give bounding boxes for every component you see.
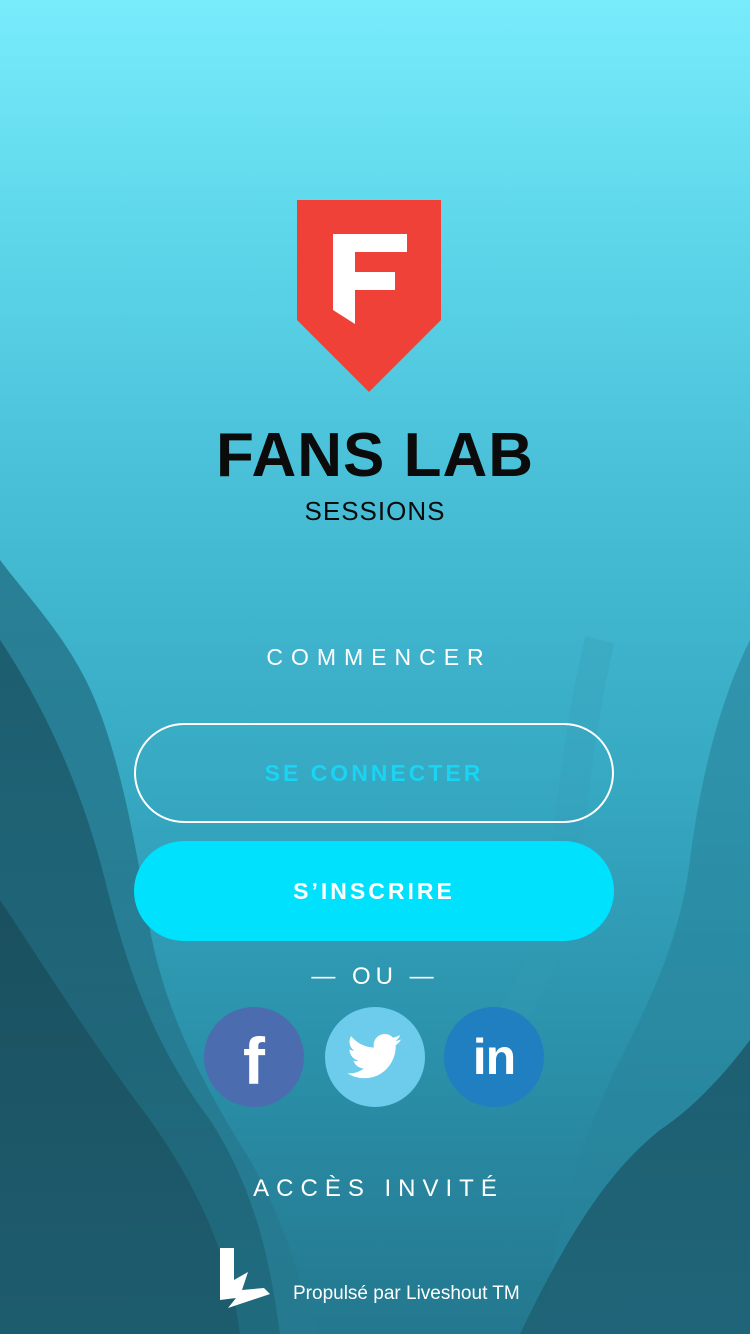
liveshout-logo-icon (220, 1248, 270, 1308)
brand-title: FANS LAB (216, 421, 534, 490)
twitter-login-button[interactable] (325, 1007, 425, 1107)
linkedin-icon: in (472, 1029, 516, 1085)
signup-button-label: S’INSCRIRE (293, 877, 455, 904)
linkedin-login-button[interactable]: in (444, 1007, 544, 1107)
start-heading: COMMENCER (266, 644, 492, 670)
login-screen: FANS LAB SESSIONS COMMENCER SE CONNECTER… (0, 0, 750, 1334)
logo-badge-shape (297, 200, 441, 392)
fans-lab-logo (297, 200, 441, 392)
signup-button[interactable]: S’INSCRIRE (134, 841, 614, 941)
login-button-label: SE CONNECTER (264, 759, 484, 786)
or-divider: — OU — (311, 963, 439, 990)
guest-access-link[interactable]: ACCÈS INVITÉ (0, 1175, 750, 1203)
facebook-login-button[interactable]: f (204, 1007, 304, 1107)
brand-subtitle: SESSIONS (304, 496, 446, 526)
twitter-bird-icon (347, 1034, 402, 1079)
login-button[interactable]: SE CONNECTER (134, 723, 614, 823)
powered-by-text: Propulsé par Liveshout TM (293, 1283, 520, 1304)
facebook-icon: f (243, 1024, 265, 1098)
